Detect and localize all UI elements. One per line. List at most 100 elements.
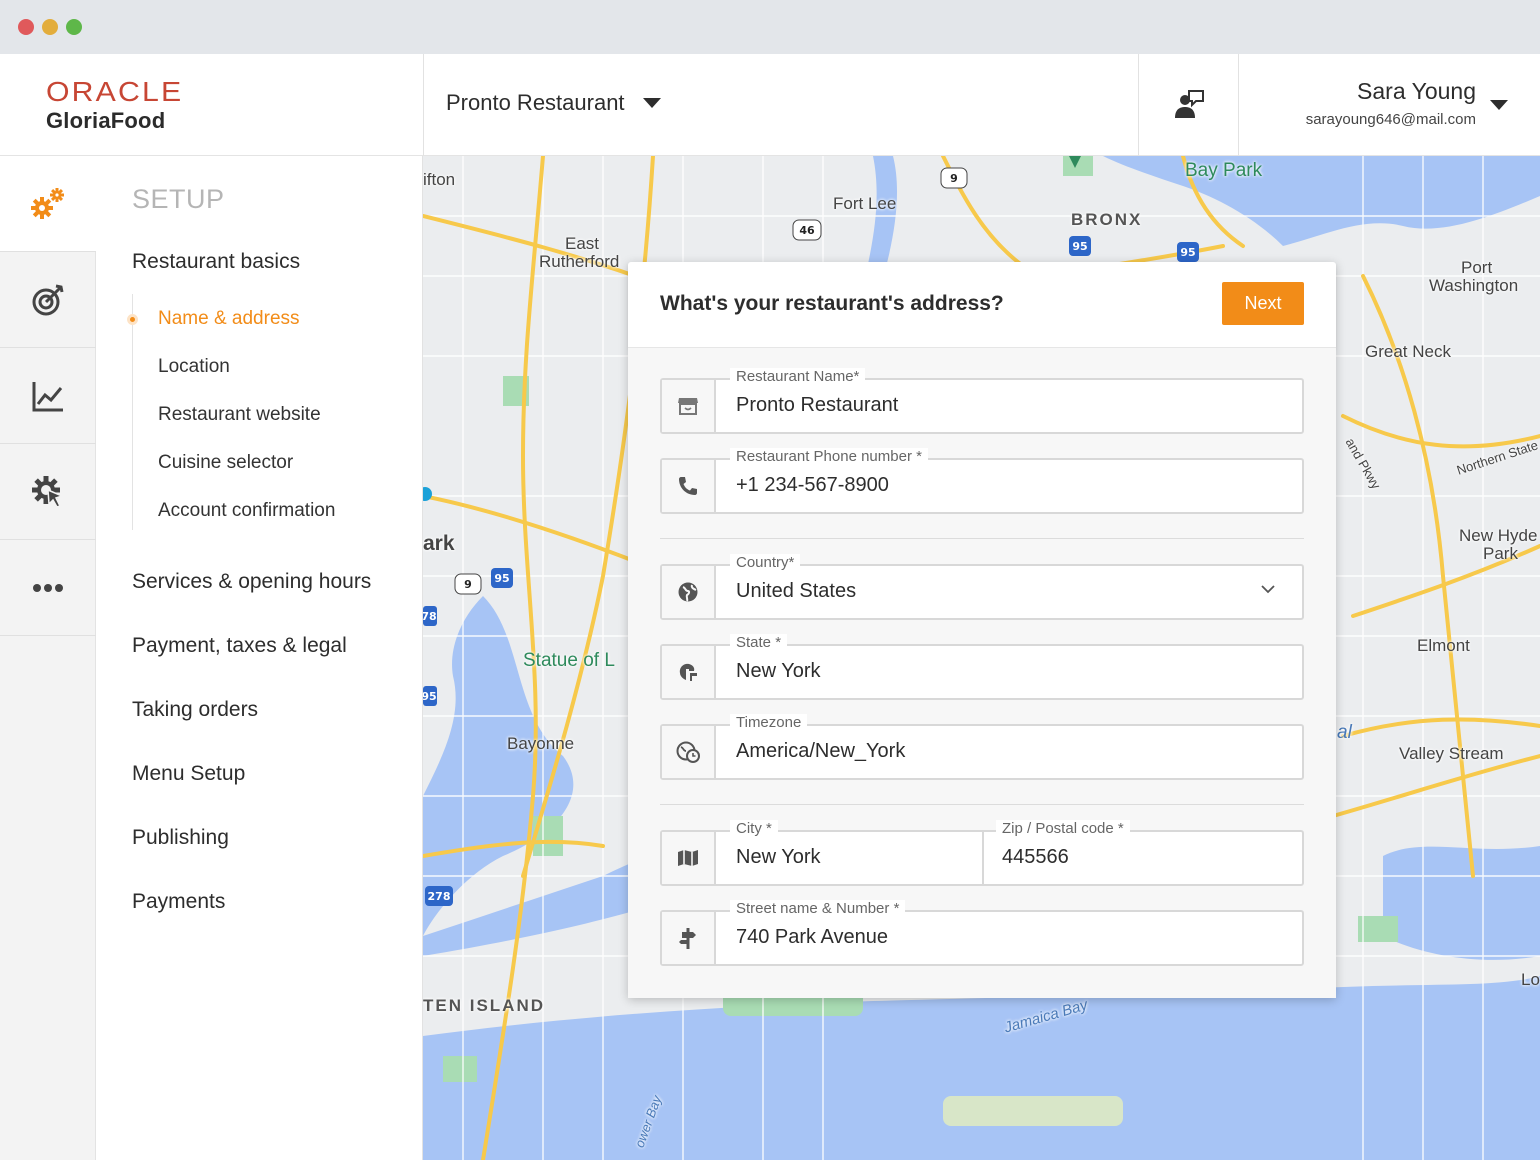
map-label: Fort Lee [833,194,897,213]
rail-reports[interactable] [0,348,96,444]
phone-field[interactable]: Restaurant Phone number * +1 234-567-890… [660,448,1304,514]
shield-label: 95 [423,690,437,703]
nav-name-address[interactable]: Name & address [158,308,300,330]
city-value[interactable]: New York [736,846,821,869]
shield-label: 95 [1180,246,1195,259]
window-chrome [0,0,1540,54]
country-value[interactable]: United States [736,580,856,603]
zip-value[interactable]: 445566 [1002,846,1069,869]
nav-menu-setup[interactable]: Menu Setup [132,762,245,786]
shield-label: 95 [1072,240,1087,253]
shield-label: 95 [494,572,509,585]
user-caret-down-icon[interactable] [1490,100,1508,110]
field-divider [982,832,984,884]
rail-marketing[interactable] [0,252,96,348]
shield-label: 78 [423,610,437,623]
active-step-indicator [127,314,138,325]
restaurant-name-value[interactable]: Pronto Restaurant [736,394,898,417]
shield-label: 46 [799,224,815,237]
state-map-pin-icon [662,646,716,698]
timezone-globe-clock-icon [662,726,716,778]
header-divider [1238,54,1239,156]
nav-cuisine-selector[interactable]: Cuisine selector [158,452,293,474]
nav-taking-orders[interactable]: Taking orders [132,698,258,722]
rail-settings[interactable] [0,444,96,540]
country-label: Country* [730,554,801,571]
window-close-button[interactable] [18,19,34,35]
nav-publishing[interactable]: Publishing [132,826,229,850]
brand-logo[interactable]: ORACLE GloriaFood [46,78,181,134]
shield-label: 278 [428,890,451,903]
phone-value[interactable]: +1 234-567-8900 [736,474,889,497]
map-label: BRONX [1071,210,1143,229]
map-label: Elmont [1417,636,1470,655]
timezone-label: Timezone [730,714,808,731]
support-chat-icon[interactable] [1172,88,1206,122]
top-header: ORACLE GloriaFood Pronto Restaurant Sara… [0,54,1540,156]
nav-location[interactable]: Location [158,356,230,378]
map-icon [662,832,716,884]
oracle-wordmark: ORACLE [46,76,184,107]
restaurant-name-field[interactable]: Restaurant Name* Pronto Restaurant [660,368,1304,434]
address-form: Restaurant Name* Pronto Restaurant Resta… [628,348,1336,998]
map-label: Rutherford [539,252,620,271]
street-sign-icon [662,912,716,964]
rail-more[interactable] [0,540,96,636]
timezone-value[interactable]: America/New_York [736,740,905,763]
user-name: Sara Young [1357,78,1476,104]
state-label: State * [730,634,788,651]
map-label: ark [423,532,455,555]
marketing-target-icon [32,284,64,315]
shield-label: 9 [464,578,472,591]
window-minimize-button[interactable] [42,19,58,35]
address-card: What's your restaurant's address? Next R… [628,262,1336,998]
map-label: ifton [423,170,456,189]
phone-label: Restaurant Phone number * [730,448,928,465]
state-value[interactable]: New York [736,660,821,683]
map-label: Great Neck [1365,342,1451,361]
state-field[interactable]: State * New York [660,634,1304,700]
nav-account-confirmation[interactable]: Account confirmation [158,500,335,522]
nav-restaurant-website[interactable]: Restaurant website [158,404,321,426]
map-label: Lo [1521,970,1540,989]
map-label: al [1337,722,1352,743]
user-menu[interactable]: Sara Young sarayoung646@mail.com [1306,78,1476,128]
street-value[interactable]: 740 Park Avenue [736,926,888,949]
more-dots-icon [33,583,63,592]
city-field[interactable]: City * New York Zip / Postal code * 4455… [716,820,1302,884]
rail-setup[interactable] [0,156,97,252]
caret-down-icon [642,98,661,108]
section-divider [660,804,1304,805]
next-button[interactable]: Next [1222,282,1304,325]
map-label: Park [1483,544,1518,563]
restaurant-selector-label: Pronto Restaurant [446,90,625,115]
country-select[interactable]: Country* United States [660,554,1304,620]
map-label: East [565,234,600,253]
map-label: Bay Park [1185,160,1263,181]
chevron-down-icon[interactable] [1260,584,1276,594]
shield-label: 9 [950,172,958,185]
map-label: TEN ISLAND [423,996,545,1015]
gloriafood-wordmark: GloriaFood [46,108,166,133]
nav-restaurant-basics[interactable]: Restaurant basics [132,250,300,274]
section-divider [660,538,1304,539]
city-zip-row: City * New York Zip / Postal code * 4455… [660,820,1304,886]
city-label: City * [730,820,778,837]
window-maximize-button[interactable] [66,19,82,35]
restaurant-selector[interactable]: Pronto Restaurant [446,90,661,116]
map-label: Valley Stream [1399,744,1504,763]
map-label: Washington [1429,276,1519,295]
phone-icon [662,460,716,512]
nav-services-hours[interactable]: Services & opening hours [132,570,371,594]
reports-chart-icon [32,381,63,411]
zip-label: Zip / Postal code * [996,820,1130,837]
restaurant-name-label: Restaurant Name* [730,368,866,385]
nav-payment-taxes[interactable]: Payment, taxes & legal [132,634,347,658]
nav-payments[interactable]: Payments [132,890,225,914]
map-label: Statue of L [523,650,615,671]
header-divider [423,54,424,156]
street-field[interactable]: Street name & Number * 740 Park Avenue [660,900,1304,966]
store-icon [662,380,716,432]
timezone-field[interactable]: Timezone America/New_York [660,714,1304,780]
setup-nav: SETUP Restaurant basics Name & address L… [96,156,423,1160]
